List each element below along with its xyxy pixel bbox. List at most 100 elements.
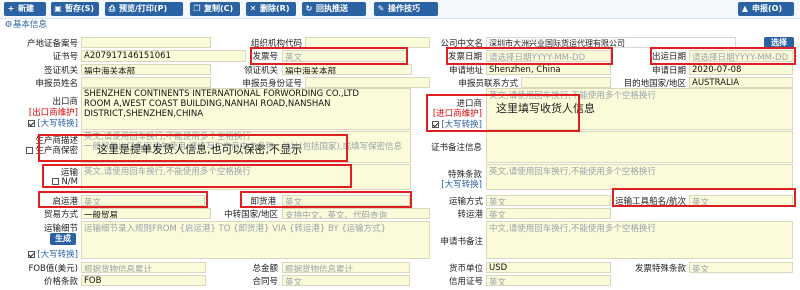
transport-mode-input[interactable]: 英文 <box>486 195 611 206</box>
credit-input[interactable]: 英文 <box>486 275 611 286</box>
delete-icon: ✕ <box>249 4 257 13</box>
apply-date-input[interactable]: 2020-07-08 <box>689 64 793 75</box>
importer-annotation: 这里填写收货人信息 <box>496 102 595 115</box>
company-value: 深圳市大洲兴业国际货运代理有限公司 <box>486 37 736 48</box>
new-button[interactable]: + 新建 <box>4 2 46 16</box>
receipt-push-button[interactable]: ↻ 回执推送 <box>302 2 366 16</box>
tips-button[interactable]: ✎ 操作技巧 <box>374 2 438 16</box>
vessel-label: 运输工具船名/航次 <box>615 197 686 206</box>
invoice-no-input[interactable]: 英文 <box>282 50 407 62</box>
declarant-id-label: 申报员身份证号 <box>242 79 302 88</box>
route-uppercase-toggle[interactable]: [大写转换] <box>0 248 80 258</box>
route-label: 运输细节 <box>43 224 78 232</box>
transit-country-input[interactable]: 支持中文、英文、代码查询 <box>282 208 430 219</box>
contract-input[interactable]: 英文 <box>282 275 410 286</box>
producer-confidential-checkbox[interactable] <box>26 147 34 154</box>
select-button[interactable]: 选择 <box>764 37 794 48</box>
declarant-input[interactable] <box>81 77 211 88</box>
importer-maintain-link[interactable]: [进口商维护] <box>412 107 484 117</box>
total-label: 总金额 <box>252 264 278 273</box>
copy-button[interactable]: ❐ 复制(C) <box>190 2 240 16</box>
nm-textarea[interactable]: 英文,请使用回车换行,不能使用多个空格换行 <box>81 164 411 190</box>
exporter-uppercase-toggle[interactable]: [大写转换] <box>0 117 80 128</box>
nm-toggle[interactable]: N/M <box>0 177 80 187</box>
print-icon: ⎙ <box>108 4 116 13</box>
dest-label: 目的地国家/地区 <box>623 79 686 88</box>
exporter-label: 出口商 <box>52 97 78 106</box>
nm-checkbox[interactable] <box>52 178 60 185</box>
invoice-date-input[interactable]: 请选择日期YYYY-MM-DD <box>486 50 611 62</box>
push-icon: ↻ <box>305 4 313 13</box>
currency-select[interactable]: USD <box>486 262 611 273</box>
pickup-org-select[interactable]: 福中海关本部 <box>282 64 412 75</box>
visa-org-select[interactable]: 福中海关本部 <box>81 64 211 75</box>
special-uppercase-link[interactable]: [大写转换] <box>412 178 484 188</box>
cert-no-input[interactable]: A207917146151061 <box>81 50 246 62</box>
discharge-port-input[interactable]: 英文 <box>282 195 410 206</box>
preview-print-button[interactable]: ⎙ 预览/打印(P) <box>105 2 183 16</box>
importer-uppercase-toggle[interactable]: [大写转换] <box>412 118 484 129</box>
currency-label: 货币单位 <box>448 264 483 273</box>
section-title: ⚙基本信息 <box>4 20 48 30</box>
generate-route-button[interactable]: 生成 <box>50 233 76 245</box>
cert-remark-textarea[interactable] <box>486 131 793 163</box>
prod-cert-input[interactable] <box>81 37 211 48</box>
invoice-special-label: 发票特殊条款 <box>634 264 686 273</box>
company-label: 公司中文名 <box>440 39 483 48</box>
declarant-id-input[interactable] <box>305 77 430 88</box>
special-label: 特殊条款 <box>447 170 482 178</box>
org-code-input[interactable] <box>305 37 430 48</box>
upload-icon: ▲ <box>741 4 749 13</box>
route-textarea[interactable]: 运输细节录入规则FROM {启运港} TO {卸货港} VIA {转运港} BY… <box>81 221 430 259</box>
transit-country-label: 中转国家/地区 <box>224 210 278 219</box>
tips-icon: ✎ <box>377 4 385 13</box>
submit-button[interactable]: ▲ 申报(O) <box>738 2 794 16</box>
apply-place-label: 申请地址 <box>448 66 483 75</box>
loading-port-label: 启运港 <box>52 197 78 206</box>
transport-mode-label: 运输方式 <box>448 197 483 206</box>
route-uppercase-checkbox[interactable] <box>28 251 36 258</box>
fob-input[interactable]: 根据货物信息累计 <box>81 262 206 273</box>
invoice-date-label: 发票日期 <box>447 52 482 62</box>
trade-mode-select[interactable]: 一般贸易 <box>81 208 211 219</box>
producer-label: 生产商描述 <box>35 136 78 144</box>
discharge-port-label: 卸货港 <box>250 197 276 206</box>
apply-place-input[interactable]: Shenzhen, China <box>486 64 611 75</box>
invoice-special-input[interactable]: 英文 <box>689 262 793 273</box>
vessel-input[interactable]: 英文 <box>689 195 793 206</box>
exporter-maintain-link[interactable]: [出口商维护] <box>0 106 80 116</box>
loading-port-input[interactable]: 英文 <box>81 195 205 206</box>
invoice-no-label: 发票号 <box>252 52 278 62</box>
dest-input[interactable]: AUSTRALIA <box>689 77 793 88</box>
declarant-phone-input[interactable] <box>521 77 611 88</box>
applicant-remark-label: 申请书备注 <box>440 237 483 246</box>
export-date-label: 出运日期 <box>651 52 686 62</box>
credit-label: 信用证号 <box>448 277 483 286</box>
price-terms-select[interactable]: FOB <box>81 275 206 286</box>
special-textarea[interactable]: 英文,请使用回车换行,不能使用多个空格换行 <box>486 164 793 190</box>
applicant-remark-textarea[interactable]: 中文,请使用回车换行,不能使用多个空格换行 <box>486 221 793 259</box>
pickup-org-label: 领证机关 <box>243 66 278 75</box>
visa-org-label: 签证机关 <box>43 66 78 75</box>
total-input[interactable]: 根据货物信息累计 <box>282 262 410 273</box>
prod-cert-label: 产地证备案号 <box>26 39 78 48</box>
contract-label: 合同号 <box>252 277 278 286</box>
org-code-label: 组织机构代码 <box>250 39 302 48</box>
settings-icon: ⚙ <box>4 20 13 30</box>
importer-uppercase-checkbox[interactable] <box>432 121 440 128</box>
producer-confidential-toggle[interactable]: 生产商保密 <box>0 144 80 154</box>
apply-date-label: 申请日期 <box>651 66 686 75</box>
save-icon: ▣ <box>54 4 62 13</box>
delete-button[interactable]: ✕ 删除(R) <box>246 2 296 16</box>
exporter-uppercase-checkbox[interactable] <box>28 120 36 127</box>
transit-port-label: 转运港 <box>457 210 483 219</box>
price-terms-label: 价格条款 <box>43 277 78 286</box>
transit-port-input[interactable]: 英文 <box>486 208 611 219</box>
save-draft-button[interactable]: ▣ 暂存(S) <box>51 2 99 16</box>
export-date-input[interactable]: 请选择日期YYYY-MM-DD <box>689 50 793 62</box>
copy-icon: ❐ <box>193 4 201 13</box>
cert-remark-label: 证书备注信息 <box>430 143 482 152</box>
trade-mode-label: 贸易方式 <box>43 210 78 219</box>
exporter-textarea[interactable]: SHENZHEN CONTINENTS INTERNATIONAL FORWOR… <box>81 88 411 130</box>
declarant-label: 申报员姓名 <box>35 79 78 88</box>
